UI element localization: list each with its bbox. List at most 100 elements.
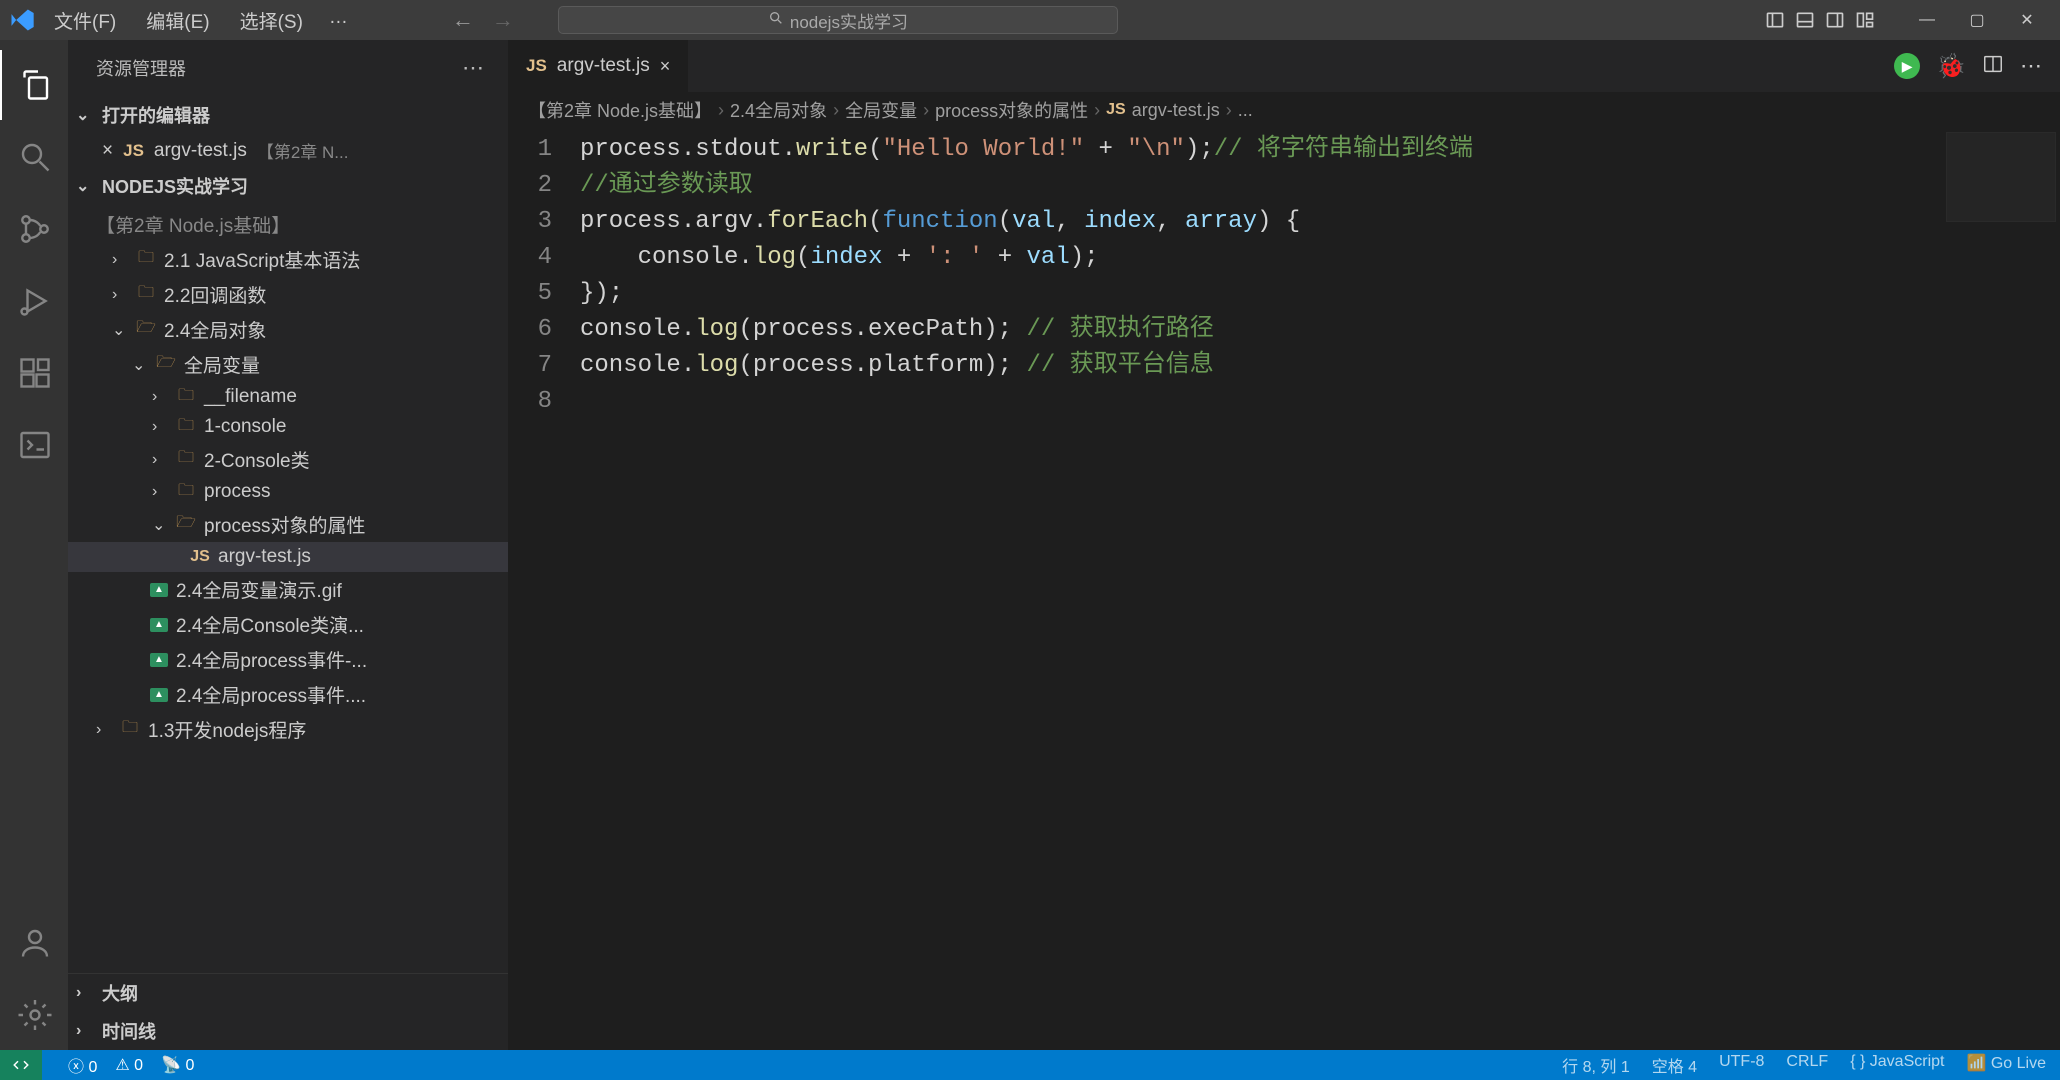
tree-label: __filename (204, 386, 297, 408)
tree-file[interactable]: ▲ 2.4全局process事件-... (68, 642, 508, 677)
debug-button[interactable]: 🐞 (1936, 52, 1966, 81)
project-name: NODEJS实战学习 (102, 173, 248, 199)
tab-close-icon[interactable]: × (660, 56, 671, 77)
search-icon (768, 10, 784, 31)
vscode-logo-icon (8, 6, 36, 34)
activity-source-control[interactable] (0, 194, 68, 264)
outline-section[interactable]: › 大纲 (68, 974, 508, 1012)
menu-file[interactable]: 文件(F) (40, 3, 130, 38)
js-icon: JS (190, 547, 210, 567)
tree-label: 2-Console类 (204, 446, 310, 473)
chevron-right-icon: › (152, 483, 168, 501)
tree-label: 2.4全局process事件-... (176, 646, 367, 673)
breadcrumb-item[interactable]: ... (1238, 100, 1253, 121)
tree-file[interactable]: ▲ 2.4全局process事件.... (68, 677, 508, 712)
breadcrumb-item[interactable]: 2.4全局对象 (730, 97, 827, 123)
tree-file[interactable]: JS argv-test.js (68, 542, 508, 572)
tree-folder[interactable]: › 🗀 1.3开发nodejs程序 (68, 712, 508, 747)
chevron-right-icon: › (76, 984, 94, 1002)
activity-bar (0, 40, 68, 1050)
status-encoding[interactable]: UTF-8 (1719, 1053, 1764, 1077)
tree-label: 1.3开发nodejs程序 (148, 716, 306, 743)
split-editor-icon[interactable] (1982, 53, 2004, 80)
chevron-down-icon: ⌄ (132, 355, 148, 375)
code-content[interactable]: process.stdout.write("Hello World!" + "\… (580, 128, 2060, 1050)
activity-search[interactable] (0, 122, 68, 192)
activity-extensions[interactable] (0, 338, 68, 408)
status-golive[interactable]: 📶 Go Live (1966, 1053, 2046, 1077)
activity-terminal[interactable] (0, 410, 68, 480)
timeline-section[interactable]: › 时间线 (68, 1012, 508, 1050)
tree-label: process对象的属性 (204, 511, 366, 538)
chevron-right-icon: › (923, 100, 929, 121)
chevron-right-icon: › (1094, 100, 1100, 121)
activity-explorer[interactable] (0, 50, 68, 120)
status-spaces[interactable]: 空格 4 (1652, 1053, 1697, 1077)
chevron-right-icon: › (112, 251, 128, 269)
menu-edit[interactable]: 编辑(E) (132, 3, 223, 38)
tree-label: process (204, 481, 271, 503)
sidebar-more-icon[interactable]: ⋯ (462, 55, 484, 81)
command-center[interactable]: nodejs实战学习 (558, 6, 1118, 34)
tree-folder[interactable]: › 🗀 2.2回调函数 (68, 277, 508, 312)
breadcrumb-item[interactable]: process对象的属性 (935, 97, 1088, 123)
tree-folder[interactable]: ⌄ 🗁 process对象的属性 (68, 507, 508, 542)
tree-folder[interactable]: ⌄ 🗁 2.4全局对象 (68, 312, 508, 347)
tree-folder[interactable]: › 🗀 process (68, 477, 508, 507)
layout-panel-bottom-icon[interactable] (1794, 9, 1816, 31)
code-editor[interactable]: 12345678 process.stdout.write("Hello Wor… (508, 128, 2060, 1050)
tree-file[interactable]: ▲ 2.4全局Console类演... (68, 607, 508, 642)
project-section[interactable]: ⌄ NODEJS实战学习 (68, 167, 508, 205)
nav-forward-icon[interactable]: → (492, 7, 514, 33)
status-warnings[interactable]: ⚠ 0 (115, 1055, 143, 1075)
tree-folder[interactable]: ⌄ 🗁 全局变量 (68, 347, 508, 382)
nav-back-icon[interactable]: ← (452, 7, 474, 33)
status-language[interactable]: { } JavaScript (1850, 1053, 1944, 1077)
close-icon[interactable]: × (102, 140, 113, 162)
tree-label: 2.4全局对象 (164, 316, 266, 343)
breadcrumbs[interactable]: 【第2章 Node.js基础】 › 2.4全局对象 › 全局变量 › proce… (508, 92, 2060, 128)
chevron-down-icon: ⌄ (76, 105, 94, 125)
layout-panel-right-icon[interactable] (1824, 9, 1846, 31)
breadcrumb-item[interactable]: 全局变量 (845, 97, 917, 123)
minimap[interactable] (1946, 132, 2056, 222)
remote-indicator[interactable] (0, 1050, 42, 1080)
breadcrumb-item[interactable]: argv-test.js (1132, 100, 1220, 121)
status-errors[interactable]: ⓧ 0 (68, 1053, 97, 1077)
layout-customize-icon[interactable] (1854, 9, 1876, 31)
menu-more[interactable]: … (319, 3, 358, 38)
layout-panel-left-icon[interactable] (1764, 9, 1786, 31)
tree-label: 2.4全局变量演示.gif (176, 576, 342, 603)
tree-file[interactable]: ▲ 2.4全局变量演示.gif (68, 572, 508, 607)
menu-select[interactable]: 选择(S) (226, 3, 317, 38)
line-number-gutter: 12345678 (508, 128, 580, 1050)
folder-open-icon: 🗁 (136, 320, 156, 340)
status-line-col[interactable]: 行 8, 列 1 (1562, 1053, 1630, 1077)
status-ports[interactable]: 📡 0 (161, 1055, 194, 1075)
js-icon: JS (526, 56, 547, 76)
run-button[interactable]: ▶ (1894, 53, 1920, 79)
chevron-down-icon: ⌄ (152, 515, 168, 535)
editor-more-icon[interactable]: ⋯ (2020, 53, 2042, 79)
tree-folder[interactable]: › 🗀 __filename (68, 382, 508, 412)
activity-account[interactable] (0, 908, 68, 978)
tree-label: 1-console (204, 416, 286, 438)
tree-folder[interactable]: 【第2章 Node.js基础】 (68, 207, 508, 242)
window-close-button[interactable]: ✕ (2002, 0, 2052, 40)
open-editor-filename: argv-test.js (154, 140, 247, 162)
tree-label: 2.4全局Console类演... (176, 611, 364, 638)
status-eol[interactable]: CRLF (1786, 1053, 1828, 1077)
timeline-label: 时间线 (102, 1018, 156, 1044)
window-maximize-button[interactable]: ▢ (1952, 0, 2002, 40)
activity-settings[interactable] (0, 980, 68, 1050)
activity-run-debug[interactable] (0, 266, 68, 336)
open-editor-item[interactable]: × JS argv-test.js 【第2章 N... (68, 134, 508, 167)
open-editors-section[interactable]: ⌄ 打开的编辑器 (68, 96, 508, 134)
tree-folder[interactable]: › 🗀 2.1 JavaScript基本语法 (68, 242, 508, 277)
tree-folder[interactable]: › 🗀 2-Console类 (68, 442, 508, 477)
breadcrumb-item[interactable]: 【第2章 Node.js基础】 (528, 97, 712, 123)
chevron-right-icon: › (833, 100, 839, 121)
editor-tab[interactable]: JS argv-test.js × (508, 40, 689, 92)
window-minimize-button[interactable]: — (1902, 0, 1952, 40)
tree-folder[interactable]: › 🗀 1-console (68, 412, 508, 442)
